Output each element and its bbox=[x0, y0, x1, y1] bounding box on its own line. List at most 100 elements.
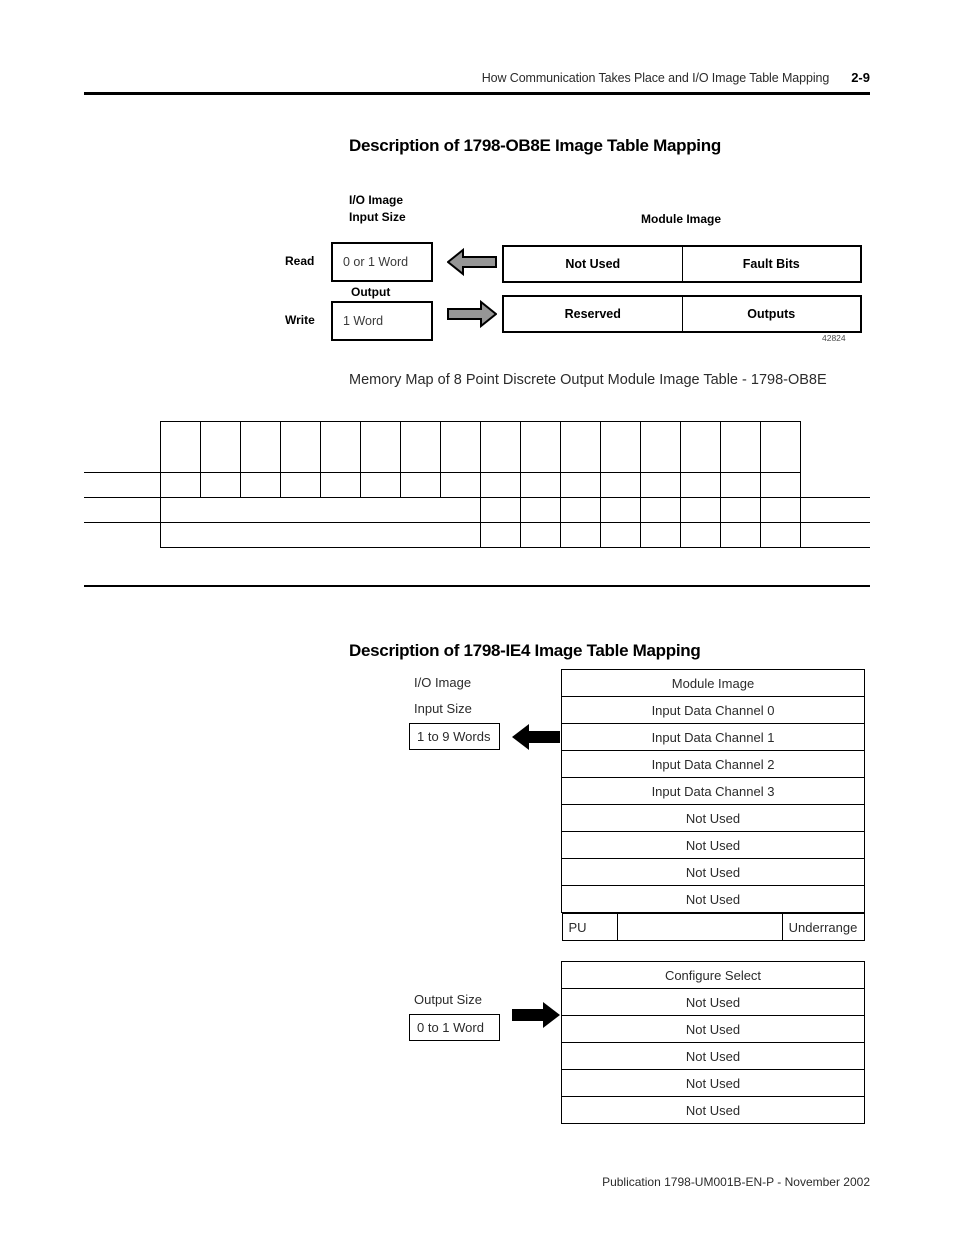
ie4-input-cell: Not Used bbox=[561, 885, 865, 913]
memory-map-caption: Memory Map of 8 Point Discrete Output Mo… bbox=[349, 372, 827, 388]
ie4-input-cell: Input Data Channel 1 bbox=[561, 723, 865, 751]
memmap-bit-cell bbox=[359, 472, 401, 498]
ie4-input-cell: Input Data Channel 0 bbox=[561, 696, 865, 724]
memmap-bit-cell bbox=[519, 497, 561, 523]
ie4-output-cell: Not Used bbox=[561, 1015, 865, 1043]
ie4-output-cell: Not Used bbox=[561, 988, 865, 1016]
table-row bbox=[84, 472, 870, 498]
ie4-output-size-box: 0 to 1 Word bbox=[409, 1014, 500, 1041]
memory-map-grid bbox=[84, 421, 870, 548]
memmap-bit-cell bbox=[679, 472, 721, 498]
table-row: PU Underrange bbox=[561, 913, 865, 941]
header-divider bbox=[84, 92, 870, 95]
ob8e-write-outputs-cell: Outputs bbox=[681, 297, 861, 331]
memmap-bit-cell bbox=[479, 522, 521, 548]
memmap-bit-cell bbox=[479, 472, 521, 498]
table-row bbox=[84, 497, 870, 523]
memmap-bit-cell bbox=[759, 421, 801, 473]
table-row: Not Used bbox=[561, 1015, 865, 1043]
memmap-bit-cell bbox=[519, 421, 561, 473]
ob8e-label-io-image: I/O Image bbox=[349, 193, 404, 207]
table-row: Input Data Channel 2 bbox=[561, 750, 865, 778]
section-title-ie4: Description of 1798-IE4 Image Table Mapp… bbox=[349, 641, 701, 660]
ob8e-label-read: Read bbox=[285, 254, 315, 268]
memmap-bit-cell bbox=[359, 421, 401, 473]
ie4-input-cell: Not Used bbox=[561, 804, 865, 832]
table-row bbox=[84, 421, 870, 473]
arrow-right-icon bbox=[447, 299, 497, 329]
section-divider bbox=[84, 585, 870, 587]
table-row: Not Used bbox=[561, 988, 865, 1016]
memmap-bit-cell bbox=[759, 472, 801, 498]
ie4-output-cell: Configure Select bbox=[561, 961, 865, 989]
ie4-underrange-cell: Underrange bbox=[781, 913, 865, 941]
ob8e-label-module-image: Module Image bbox=[641, 212, 722, 226]
memmap-bit-cell bbox=[719, 421, 761, 473]
memmap-bit-cell bbox=[479, 497, 521, 523]
memmap-label-cell bbox=[84, 421, 161, 473]
page-header: How Communication Takes Place and I/O Im… bbox=[84, 70, 870, 85]
memmap-span-cell bbox=[159, 522, 481, 548]
memmap-tail-cell bbox=[799, 522, 870, 548]
ie4-output-cell: Not Used bbox=[561, 1096, 865, 1124]
memmap-bit-cell bbox=[639, 421, 681, 473]
arrow-left-icon bbox=[512, 724, 560, 750]
memmap-tail-cell bbox=[799, 497, 870, 523]
figure-id: 42824 bbox=[822, 333, 846, 343]
memmap-bit-cell bbox=[599, 497, 641, 523]
table-row: Not Used bbox=[561, 1042, 865, 1070]
memmap-bit-cell bbox=[679, 421, 721, 473]
table-row bbox=[84, 522, 870, 548]
memmap-bit-cell bbox=[159, 421, 201, 473]
ie4-pu-cell: PU bbox=[561, 913, 618, 941]
ie4-label-output-size: Output Size bbox=[414, 992, 482, 1007]
table-row: Not Used bbox=[561, 1069, 865, 1097]
ob8e-module-read-row: Not Used Fault Bits bbox=[502, 245, 862, 283]
memmap-bit-cell bbox=[599, 421, 641, 473]
memmap-bit-cell bbox=[719, 472, 761, 498]
memmap-tail-cell bbox=[799, 421, 870, 473]
arrow-left-icon bbox=[447, 247, 497, 277]
memmap-label-cell bbox=[84, 472, 161, 498]
memmap-bit-cell bbox=[559, 522, 601, 548]
ie4-label-io-image: I/O Image bbox=[414, 675, 472, 690]
table-row: Not Used bbox=[561, 885, 865, 913]
table-row: Configure Select bbox=[561, 961, 865, 989]
ob8e-write-size-box: 1 Word bbox=[331, 301, 433, 341]
ie4-module-image-input-table: Module Image Input Data Channel 0 Input … bbox=[561, 669, 865, 941]
ie4-input-cell: Module Image bbox=[561, 669, 865, 697]
memmap-bit-cell bbox=[639, 497, 681, 523]
memmap-bit-cell bbox=[319, 472, 361, 498]
memmap-bit-cell bbox=[479, 421, 521, 473]
memmap-bit-cell bbox=[759, 497, 801, 523]
ob8e-read-fault-bits-cell: Fault Bits bbox=[681, 247, 861, 281]
memmap-bit-cell bbox=[399, 472, 441, 498]
memmap-bit-cell bbox=[599, 472, 641, 498]
ob8e-write-reserved-cell: Reserved bbox=[564, 307, 621, 321]
ie4-input-size-box: 1 to 9 Words bbox=[409, 723, 500, 750]
memmap-bit-cell bbox=[519, 522, 561, 548]
header-title: How Communication Takes Place and I/O Im… bbox=[481, 71, 830, 85]
ie4-input-cell: Not Used bbox=[561, 831, 865, 859]
memmap-bit-cell bbox=[639, 522, 681, 548]
memmap-bit-cell bbox=[559, 472, 601, 498]
table-row: Not Used bbox=[561, 804, 865, 832]
memmap-bit-cell bbox=[439, 421, 481, 473]
memmap-span-cell bbox=[159, 497, 481, 523]
ob8e-label-input-size: Input Size bbox=[349, 210, 406, 224]
ob8e-module-write-row: Reserved Outputs bbox=[502, 295, 862, 333]
table-row: Not Used bbox=[561, 831, 865, 859]
memmap-bit-cell bbox=[759, 522, 801, 548]
ie4-output-cell: Not Used bbox=[561, 1042, 865, 1070]
memmap-label-cell bbox=[84, 522, 161, 548]
table-row: Not Used bbox=[561, 1096, 865, 1124]
memmap-bit-cell bbox=[319, 421, 361, 473]
ie4-input-cell: Input Data Channel 2 bbox=[561, 750, 865, 778]
table-row: Module Image bbox=[561, 669, 865, 697]
memmap-bit-cell bbox=[719, 497, 761, 523]
ob8e-label-write: Write bbox=[285, 313, 315, 327]
table-row: Input Data Channel 3 bbox=[561, 777, 865, 805]
ie4-input-cell: Not Used bbox=[561, 858, 865, 886]
memmap-bit-cell bbox=[559, 497, 601, 523]
memmap-bit-cell bbox=[719, 522, 761, 548]
